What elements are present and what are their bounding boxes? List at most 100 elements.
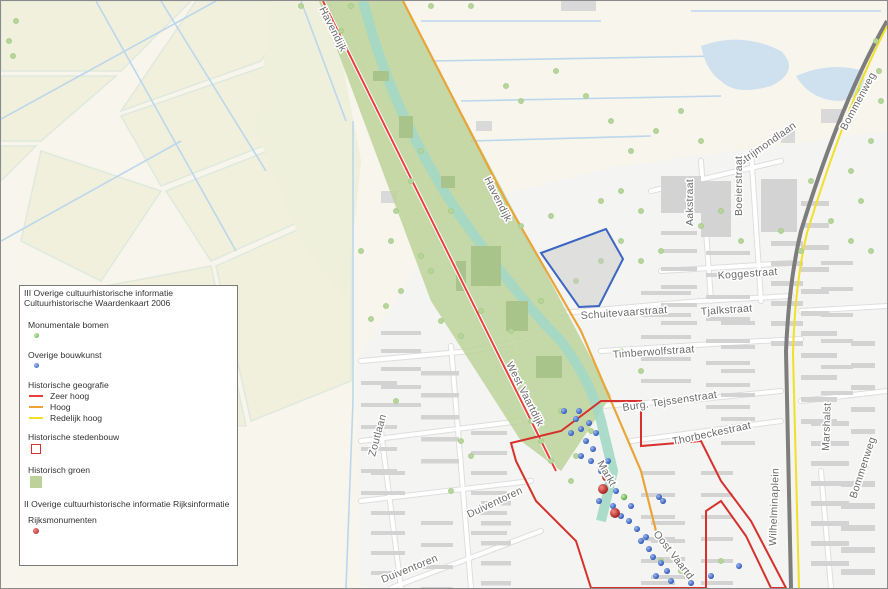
tree bbox=[538, 298, 544, 304]
building bbox=[481, 561, 511, 566]
tree bbox=[876, 68, 882, 74]
building bbox=[851, 341, 875, 346]
tree bbox=[808, 178, 814, 184]
bouwkunst-marker bbox=[664, 568, 670, 574]
green-fill-square-icon bbox=[28, 475, 44, 489]
tree bbox=[458, 333, 464, 339]
building bbox=[641, 471, 675, 475]
tree bbox=[10, 53, 16, 59]
building bbox=[851, 363, 875, 368]
legend-label-redelijk-hoog: Redelijk hoog bbox=[50, 412, 103, 423]
legend-label-hoog: Hoog bbox=[50, 401, 71, 412]
bouwkunst-marker bbox=[634, 526, 640, 532]
building bbox=[421, 371, 459, 376]
orange-line-icon bbox=[28, 401, 44, 412]
tree bbox=[638, 208, 644, 214]
bouwkunst-marker bbox=[593, 430, 599, 436]
tree bbox=[458, 438, 464, 444]
tree bbox=[508, 328, 514, 334]
map-viewer[interactable]: Havendijk Havendijk West Vaartdijk Strij… bbox=[0, 0, 888, 589]
building bbox=[721, 393, 755, 397]
building bbox=[811, 561, 849, 566]
red-outline-square-icon bbox=[28, 442, 44, 456]
building bbox=[851, 429, 875, 434]
building bbox=[801, 353, 837, 358]
tree bbox=[538, 438, 544, 444]
label-aakstraat: Aakstraat bbox=[684, 179, 696, 226]
tree bbox=[518, 98, 524, 104]
building bbox=[471, 471, 507, 475]
bouwkunst-marker bbox=[576, 408, 582, 414]
building bbox=[641, 379, 691, 383]
map-legend: III Overige cultuurhistorische informati… bbox=[19, 285, 238, 566]
building bbox=[721, 441, 755, 445]
tree bbox=[868, 248, 874, 254]
tree bbox=[553, 68, 559, 74]
building bbox=[661, 231, 697, 235]
legend-header-1: III Overige cultuurhistorische informati… bbox=[24, 288, 174, 298]
building bbox=[371, 531, 405, 535]
building bbox=[841, 547, 875, 553]
legend-group-historisch-groen: Historisch groen bbox=[28, 465, 91, 475]
tree bbox=[738, 238, 744, 244]
bouwkunst-marker bbox=[643, 534, 649, 540]
building bbox=[801, 245, 829, 250]
building bbox=[706, 251, 750, 255]
building bbox=[421, 587, 453, 588]
building bbox=[701, 226, 731, 237]
tree bbox=[718, 208, 724, 214]
bouwkunst-marker bbox=[650, 554, 656, 560]
tree bbox=[13, 18, 19, 24]
building bbox=[371, 511, 405, 515]
tree bbox=[698, 223, 704, 229]
building bbox=[706, 361, 750, 365]
tree bbox=[618, 238, 624, 244]
blue-dot-icon bbox=[28, 360, 44, 371]
building bbox=[706, 383, 750, 387]
building bbox=[706, 295, 750, 299]
tree bbox=[388, 238, 394, 244]
tree bbox=[6, 38, 12, 44]
building bbox=[706, 317, 750, 321]
tree bbox=[418, 148, 424, 154]
building bbox=[801, 267, 829, 272]
building bbox=[421, 459, 459, 464]
tree bbox=[638, 368, 644, 374]
tree bbox=[418, 253, 424, 259]
building bbox=[371, 471, 405, 475]
legend-row-hoog: Hoog bbox=[28, 401, 233, 412]
bouwkunst-marker bbox=[578, 426, 584, 432]
tree bbox=[468, 3, 474, 9]
tree bbox=[408, 178, 414, 184]
tree bbox=[618, 188, 624, 194]
legend-group-historische-geografie: Historische geografie bbox=[28, 380, 109, 390]
tree bbox=[428, 3, 434, 9]
bouwkunst-marker bbox=[573, 416, 579, 422]
bouwkunst-marker bbox=[578, 453, 584, 459]
building bbox=[661, 285, 697, 289]
building bbox=[841, 525, 875, 531]
tree bbox=[628, 148, 634, 154]
tree bbox=[573, 453, 579, 459]
building bbox=[841, 503, 875, 509]
tree bbox=[358, 248, 364, 254]
label-marshalstraat: Marshalst bbox=[820, 402, 834, 451]
tree bbox=[393, 208, 399, 214]
building bbox=[801, 331, 837, 336]
building bbox=[706, 405, 750, 409]
building bbox=[471, 531, 507, 535]
building bbox=[371, 551, 405, 555]
tree bbox=[348, 3, 354, 9]
building bbox=[381, 349, 421, 353]
tree bbox=[518, 223, 524, 229]
legend-row-zeer-hoog: Zeer hoog bbox=[28, 390, 233, 401]
building bbox=[641, 335, 691, 339]
tree bbox=[383, 303, 389, 309]
bouwkunst-marker bbox=[668, 578, 674, 584]
building bbox=[481, 521, 511, 526]
yellow-line-icon bbox=[28, 412, 44, 423]
bouwkunst-marker bbox=[628, 503, 634, 509]
building bbox=[421, 415, 459, 420]
tree bbox=[598, 198, 604, 204]
building bbox=[651, 521, 685, 525]
